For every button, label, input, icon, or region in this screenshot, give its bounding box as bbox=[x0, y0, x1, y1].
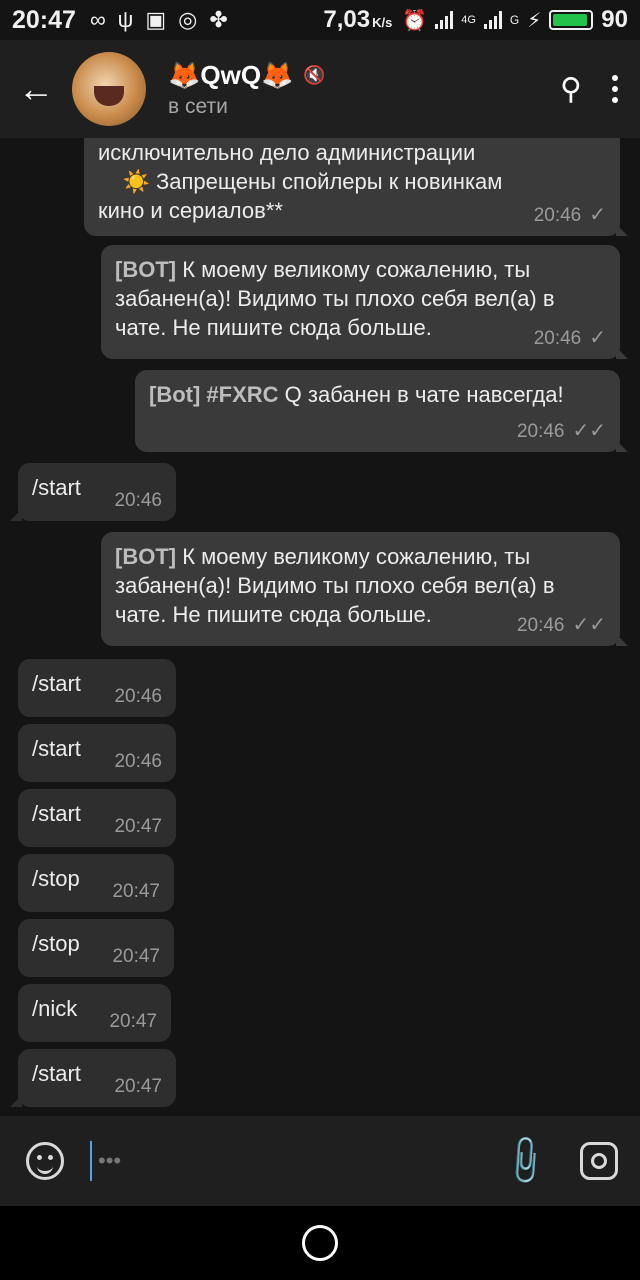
paperclip-icon[interactable]: 📎 bbox=[496, 1132, 554, 1190]
message-meta: 20:46 ✓ bbox=[534, 324, 606, 353]
status-bar: 20:47 ∞ ψ ▣ ◎ ✤ 7,03 K/s ⏰ 4G G ⚡ 90 bbox=[0, 0, 640, 40]
message-time: 20:46 bbox=[533, 328, 582, 349]
message-meta: 20:47 bbox=[112, 942, 160, 971]
message-time: 20:46 bbox=[114, 686, 162, 707]
message-meta: 20:46 ✓✓ bbox=[517, 611, 606, 640]
message-meta: 20:46 bbox=[114, 486, 162, 515]
message-text: /nick bbox=[32, 996, 78, 1021]
clock: 20:47 bbox=[12, 5, 76, 34]
message-text: /start bbox=[32, 671, 81, 696]
message-time: 20:46 bbox=[516, 421, 565, 442]
message-text: кино и сериалов** bbox=[98, 198, 283, 223]
bot-prefix: [BOT] bbox=[115, 257, 177, 282]
chat-title: 🦊QwQ🦊 🔇 bbox=[168, 59, 326, 90]
message-time: 20:47 bbox=[114, 1076, 162, 1097]
message-incoming[interactable]: /start 20:47 bbox=[18, 789, 176, 847]
message-outgoing[interactable]: [Bot] #FXRC Q забанен в чате навсегда! 2… bbox=[135, 370, 628, 452]
message-list[interactable]: исключительно дело администрации ☀️ Запр… bbox=[0, 138, 640, 1116]
message-meta: 20:47 bbox=[112, 877, 160, 906]
message-meta: 20:46 ✓ bbox=[534, 201, 606, 230]
notification-icons: ∞ ψ ▣ ◎ ✤ bbox=[90, 7, 228, 33]
app-icon: ✤ bbox=[209, 7, 228, 32]
system-indicators: ⏰ 4G G ⚡ 90 bbox=[402, 6, 628, 34]
message-incoming[interactable]: /nick 20:47 bbox=[18, 984, 171, 1042]
message-time: 20:47 bbox=[109, 1011, 157, 1032]
message-composer: ••• 📎 bbox=[0, 1116, 640, 1206]
message-text: /stop bbox=[32, 866, 80, 891]
message-meta: 20:47 bbox=[114, 1072, 162, 1101]
message-meta: 20:46 ✓✓ bbox=[517, 417, 606, 446]
muted-icon: 🔇 bbox=[303, 64, 326, 85]
message-text: /stop bbox=[32, 931, 80, 956]
camera-icon[interactable] bbox=[580, 1142, 618, 1180]
message-time: 20:46 bbox=[114, 490, 162, 511]
message-incoming[interactable]: /start 20:46 bbox=[18, 659, 176, 717]
emoji-icon[interactable] bbox=[26, 1142, 64, 1180]
message-text: /start bbox=[32, 736, 81, 761]
network-type-label-2: G bbox=[509, 13, 520, 27]
message-text: Q забанен в чате навсегда! bbox=[278, 382, 564, 407]
battery-icon bbox=[549, 10, 594, 30]
hotspot-icon: ◎ bbox=[178, 7, 198, 32]
message-meta: 20:47 bbox=[109, 1007, 157, 1036]
message-text: исключительно дело администрации bbox=[98, 140, 476, 165]
message-time: 20:47 bbox=[112, 881, 160, 902]
usb-icon: ψ bbox=[117, 7, 134, 32]
sent-check-icon: ✓ bbox=[589, 204, 606, 226]
online-status: в сети bbox=[168, 94, 228, 118]
message-outgoing[interactable]: исключительно дело администрации ☀️ Запр… bbox=[84, 138, 628, 236]
read-check-icon: ✓✓ bbox=[572, 614, 606, 636]
chat-title-block[interactable]: 🦊QwQ🦊 🔇 в сети bbox=[168, 60, 326, 119]
more-menu-icon[interactable] bbox=[612, 75, 618, 103]
back-arrow-icon[interactable]: ← bbox=[18, 68, 74, 110]
message-outgoing[interactable]: [BOT] К моему великому сожалению, ты заб… bbox=[101, 532, 628, 646]
signal-icon-2 bbox=[483, 11, 502, 29]
sent-check-icon: ✓ bbox=[589, 327, 606, 349]
message-meta: 20:46 bbox=[114, 747, 162, 776]
text-caret bbox=[90, 1141, 92, 1181]
avatar[interactable] bbox=[72, 52, 146, 126]
message-text: ☀️ Запрещены спойлеры к новинкам bbox=[98, 169, 503, 194]
message-text: /start bbox=[32, 475, 81, 500]
message-meta: 20:47 bbox=[114, 812, 162, 841]
message-incoming[interactable]: /start 20:46 bbox=[18, 724, 176, 782]
message-incoming[interactable]: /start 20:47 bbox=[10, 1049, 176, 1107]
message-input[interactable]: ••• bbox=[90, 1139, 504, 1183]
message-text: К моему великому сожалению, ты забанен(а… bbox=[115, 257, 555, 340]
bot-prefix: [Bot] #FXRC bbox=[149, 382, 279, 407]
message-text: /start bbox=[32, 1061, 81, 1086]
battery-level: 90 bbox=[601, 6, 628, 33]
system-nav-bar bbox=[0, 1206, 640, 1280]
message-time: 20:46 bbox=[114, 751, 162, 772]
home-button[interactable] bbox=[302, 1225, 338, 1261]
header-actions: ⚲ bbox=[560, 72, 618, 107]
message-time: 20:47 bbox=[114, 816, 162, 837]
message-incoming[interactable]: /stop 20:47 bbox=[18, 919, 174, 977]
message-time: 20:46 bbox=[516, 615, 565, 636]
search-icon[interactable]: ⚲ bbox=[560, 72, 582, 107]
message-incoming[interactable]: /start 20:46 bbox=[10, 463, 176, 521]
message-outgoing[interactable]: [BOT] К моему великому сожалению, ты заб… bbox=[101, 245, 628, 359]
message-text: /start bbox=[32, 801, 81, 826]
network-type-label: 4G bbox=[461, 14, 476, 26]
charging-icon: ⚡ bbox=[527, 9, 542, 32]
message-text: К моему великому сожалению, ты забанен(а… bbox=[115, 544, 555, 627]
alarm-icon: ⏰ bbox=[402, 9, 428, 32]
input-placeholder: ••• bbox=[98, 1148, 122, 1173]
message-incoming[interactable]: /stop 20:47 bbox=[18, 854, 174, 912]
signal-icon bbox=[435, 11, 454, 29]
message-time: 20:47 bbox=[112, 946, 160, 967]
message-time: 20:46 bbox=[533, 205, 582, 226]
message-meta: 20:46 bbox=[114, 682, 162, 711]
infinity-icon: ∞ bbox=[89, 7, 106, 32]
chat-header: ← 🦊QwQ🦊 🔇 в сети ⚲ bbox=[0, 40, 640, 138]
read-check-icon: ✓✓ bbox=[572, 420, 606, 442]
image-icon: ▣ bbox=[145, 7, 167, 32]
network-speed: 7,03 K/s bbox=[323, 6, 393, 33]
bot-prefix: [BOT] bbox=[115, 544, 177, 569]
